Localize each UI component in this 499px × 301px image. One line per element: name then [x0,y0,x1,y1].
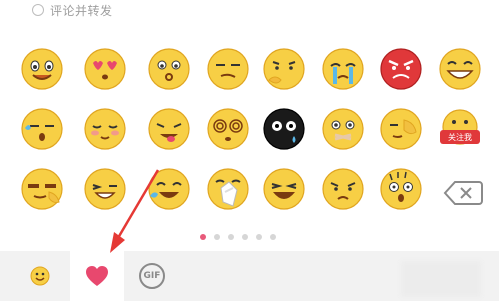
grin-emoji[interactable] [437,46,483,92]
whistle-emoji[interactable] [146,46,192,92]
page-dot[interactable] [228,234,234,240]
dizzy-emoji[interactable] [205,106,251,152]
gif-icon: GIF [139,263,165,289]
emoji-category-bar: GIF [0,251,499,301]
radio-circle-icon[interactable] [32,4,44,16]
page-dot[interactable] [256,234,262,240]
scared-emoji[interactable] [378,166,424,212]
arrow-head-icon [110,232,125,253]
tab-favorites[interactable] [70,251,124,301]
smile-emoji[interactable] [19,46,65,92]
smirk-emoji[interactable] [205,46,251,92]
follow-me-emoji[interactable]: 关注我 [437,106,483,152]
black-face-emoji[interactable] [261,106,307,152]
page-dot[interactable] [270,234,276,240]
page-indicator[interactable] [200,234,276,240]
facepalm-emoji[interactable] [378,106,424,152]
page-dot[interactable] [214,234,220,240]
comment-and-repost-option[interactable]: 评论并转发 [32,0,113,20]
page-dot-active[interactable] [200,234,206,240]
angry-emoji[interactable] [378,46,424,92]
heart-icon [86,266,108,286]
backspace-button[interactable] [441,170,487,216]
crying-emoji[interactable] [320,46,366,92]
sleepy-emoji[interactable] [19,106,65,152]
emoji-face-icon [30,266,50,286]
backspace-icon [443,181,483,205]
thinking-emoji[interactable] [261,46,307,92]
lol-emoji[interactable] [261,166,307,212]
clap-emoji[interactable] [205,166,251,212]
wink-emoji[interactable] [82,166,128,212]
laugh-tears-emoji[interactable] [146,166,192,212]
blurred-region [401,261,481,297]
page-dot[interactable] [242,234,248,240]
silent-emoji[interactable] [320,106,366,152]
sad-emoji[interactable] [320,166,366,212]
tab-emoji[interactable] [10,251,70,301]
cool-emoji[interactable] [19,166,65,212]
tongue-emoji[interactable] [146,106,192,152]
comment-and-repost-label: 评论并转发 [50,3,113,18]
follow-me-text: 关注我 [448,132,472,142]
tab-gif[interactable]: GIF [124,251,180,301]
shy-emoji[interactable] [82,106,128,152]
emoji-grid: 关注我 [0,40,499,220]
heart-eyes-emoji[interactable] [82,46,128,92]
